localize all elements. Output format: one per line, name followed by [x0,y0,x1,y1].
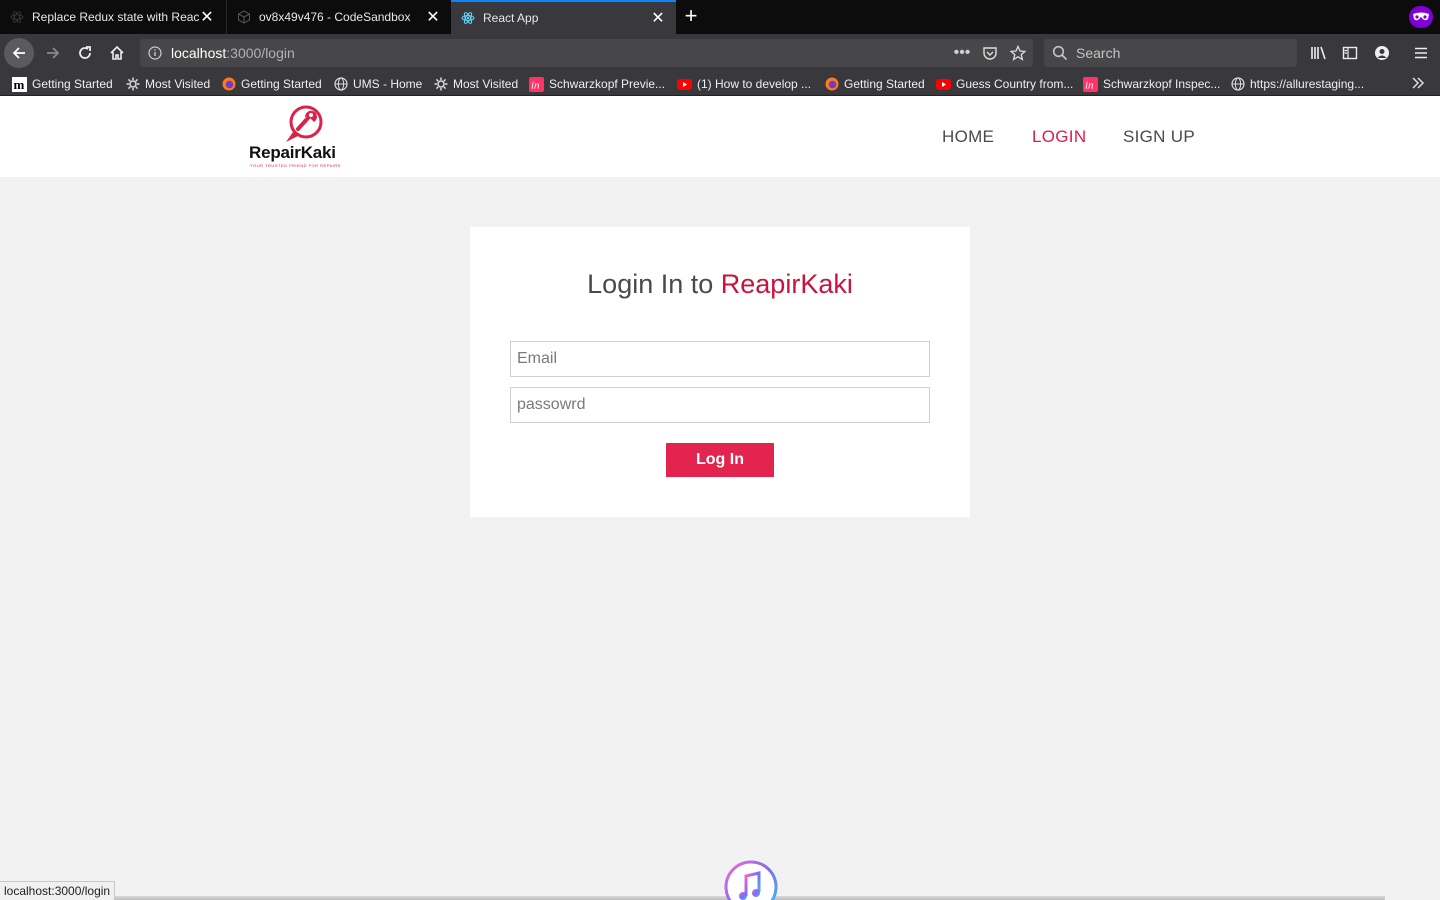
new-tab-icon[interactable]: + [680,5,702,28]
heading-brand: ReapirKaki [720,269,853,299]
back-button[interactable] [4,38,34,68]
browser-tab[interactable]: Replace Redux state with React ✕ [0,0,225,34]
pocket-icon[interactable] [982,45,998,61]
menu-icon[interactable] [1412,44,1430,62]
firefox-icon [221,77,236,92]
invision-icon: in [529,76,544,92]
bookmark-label: Most Visited [145,77,211,91]
invision-icon: in [1083,76,1098,92]
login-button[interactable]: Log In [666,443,774,477]
url-bar[interactable]: localhost:3000/login ••• [140,39,1033,67]
bookmark-label: Getting Started [844,77,925,91]
bookmark-label: Guess Country from... [956,77,1074,91]
close-tab-icon[interactable]: ✕ [199,9,215,26]
medium-icon: m [12,76,27,92]
private-browsing-icon [1409,6,1433,28]
app-header: RepairKaki YOUR TRUSTED FRIEND FOR REPAI… [0,96,1440,177]
nav-signup-link[interactable]: SIGN UP [1123,127,1195,147]
chevron-double-right-icon[interactable] [1411,76,1425,93]
browser-toolbar: localhost:3000/login ••• Search [0,34,1440,72]
bookmark-label: Most Visited [453,77,519,91]
bookmark-label: Schwarzkopf Inspec... [1103,77,1221,91]
react-icon [461,11,475,25]
library-icon[interactable] [1310,44,1328,62]
arrow-right-icon [47,47,60,59]
gear-icon [433,77,448,92]
bookmark-item[interactable]: Most Visited [125,76,210,92]
site-info-icon[interactable] [148,46,162,65]
bookmarks-bar: m Getting Started Most Visited Getting S… [0,72,1440,96]
url-path: :3000/login [226,45,295,61]
tab-title: React App [483,11,539,25]
page-actions-icon[interactable]: ••• [954,44,971,61]
bookmark-item[interactable]: Most Visited [433,76,518,92]
bookmark-star-icon[interactable] [1010,45,1026,61]
logo-brand-text: RepairKaki [249,143,336,162]
reload-button[interactable] [70,38,100,68]
bookmark-label: Schwarzkopf Previe... [549,77,666,91]
url-host: localhost [171,45,227,61]
browser-tab-active[interactable]: React App ✕ [451,0,676,34]
home-button[interactable] [102,38,132,68]
svg-text:m: m [14,77,25,92]
bookmark-item[interactable]: Getting Started [221,76,322,92]
react-dark-icon [10,10,24,24]
login-heading: Login In to ReapirKaki [470,269,970,300]
bookmark-item[interactable]: Guess Country from... [936,76,1073,92]
bookmark-label: Getting Started [241,77,322,91]
search-icon [1052,45,1068,66]
youtube-icon [936,77,951,92]
firefox-icon [824,77,839,92]
bookmark-item[interactable]: Getting Started [824,76,925,92]
nav-home-link[interactable]: HOME [942,127,994,147]
password-field[interactable] [510,387,930,423]
wrench-bubble-icon [286,105,323,142]
bookmark-label: Getting Started [32,77,113,91]
forward-button[interactable] [38,38,68,68]
email-field[interactable] [510,341,930,377]
repairkaki-logo[interactable]: RepairKaki YOUR TRUSTED FRIEND FOR REPAI… [248,104,363,170]
close-tab-icon[interactable]: ✕ [425,9,441,26]
nav-login-link[interactable]: LOGIN [1032,127,1086,147]
sidebar-icon[interactable] [1341,44,1359,62]
bookmark-label: (1) How to develop ... [697,77,812,91]
account-icon[interactable] [1373,44,1391,62]
bookmark-item[interactable]: m Getting Started [12,76,113,92]
itunes-icon[interactable] [724,860,778,900]
reload-icon [79,46,91,59]
svg-text:in: in [531,79,540,91]
status-bar-url: localhost:3000/login [0,881,116,900]
bookmark-item[interactable]: (1) How to develop ... [677,76,811,92]
globe-icon [333,77,348,92]
heading-prefix: Login In to [587,269,714,299]
bookmark-item[interactable]: in Schwarzkopf Previe... [529,76,665,92]
youtube-icon [677,77,692,92]
bookmark-item[interactable]: UMS - Home [333,76,422,92]
browser-tab-bar: Replace Redux state with React ✕ ov8x49v… [0,0,1440,34]
home-icon [110,45,124,60]
search-placeholder: Search [1076,45,1121,61]
bookmark-label: https://allurestaging... [1250,77,1365,91]
gear-icon [125,77,140,92]
svg-text:in: in [1085,79,1094,91]
browser-tab[interactable]: ov8x49v476 - CodeSandbox ✕ [226,0,451,34]
bookmark-item[interactable]: in Schwarzkopf Inspec... [1083,76,1220,92]
arrow-left-icon [12,47,25,59]
close-tab-icon[interactable]: ✕ [650,10,666,27]
url-text: localhost:3000/login [171,45,295,61]
logo-tagline: YOUR TRUSTED FRIEND FOR REPAIRS [250,163,341,168]
tab-title: ov8x49v476 - CodeSandbox [259,10,411,24]
search-bar[interactable]: Search [1044,39,1297,67]
globe-icon [1230,77,1245,92]
login-card: Login In to ReapirKaki Log In [470,227,970,517]
codesandbox-icon [237,10,251,24]
bookmark-item[interactable]: https://allurestaging... [1230,76,1364,92]
tab-title: Replace Redux state with React [32,10,199,24]
bookmark-label: UMS - Home [353,77,423,91]
